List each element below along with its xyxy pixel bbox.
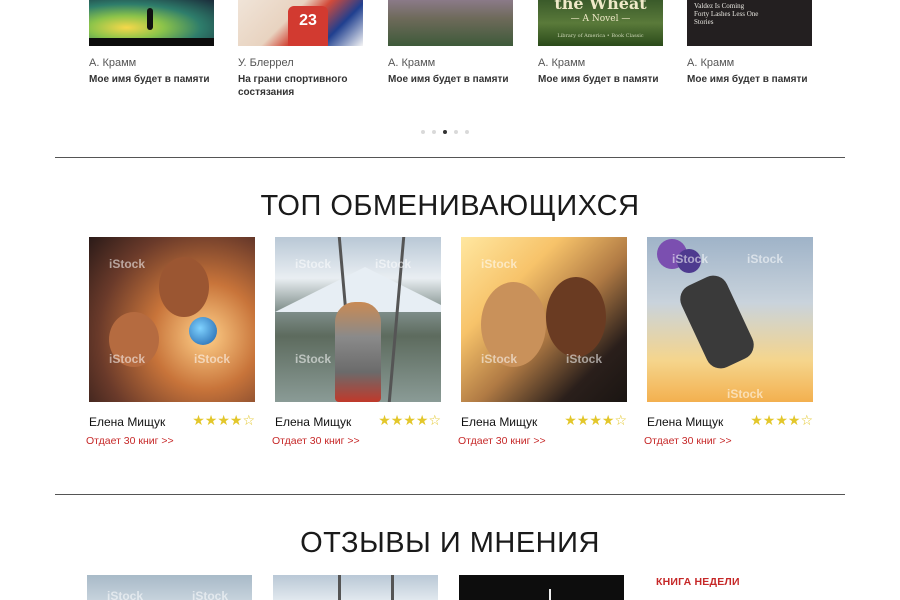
book-card[interactable]: 23 У. Блеррел На грани спортивного состя… — [238, 0, 363, 98]
cover-publisher: Library of America • Book Classic — [557, 33, 644, 39]
book-author: А. Крамм — [89, 57, 137, 69]
rating-stars: ★★★★☆ — [564, 413, 627, 429]
offer-link[interactable]: Отдает 30 книг >> — [272, 435, 360, 447]
watermark: iStock — [194, 352, 231, 366]
trader-name[interactable]: Елена Мищук — [89, 415, 165, 429]
cover-line: Forty Lashes Less One — [694, 10, 759, 18]
watermark: iStock — [375, 257, 412, 271]
book-title[interactable]: На грани спортивного состязания — [238, 73, 363, 99]
book-cover[interactable]: 23 — [238, 0, 363, 46]
trader-card[interactable]: iStock iStock iStock Елена Мищук ★★★★☆ О… — [458, 237, 627, 447]
trader-photo[interactable]: iStock iStock iStock — [275, 237, 441, 402]
watermark: iStock — [109, 257, 146, 271]
book-author: А. Крамм — [388, 57, 436, 69]
section-divider — [55, 157, 845, 158]
review-image[interactable] — [273, 575, 438, 600]
offer-link[interactable]: Отдает 30 книг >> — [644, 435, 732, 447]
book-author: А. Крамм — [538, 57, 586, 69]
rating-stars: ★★★★☆ — [192, 413, 255, 429]
carousel-dot[interactable] — [443, 130, 447, 134]
cover-title: the Wheat — [554, 0, 647, 13]
carousel-dot[interactable] — [465, 130, 469, 134]
carousel-dot[interactable] — [421, 130, 425, 134]
trader-photo[interactable]: iStock iStock iStock — [461, 237, 627, 402]
book-title[interactable]: Мое имя будет в памяти — [687, 73, 812, 86]
trader-card[interactable]: iStock iStock iStock Елена Мищук ★★★★☆ О… — [272, 237, 441, 447]
cover-subtitle: — A Novel — — [570, 14, 631, 24]
trader-name[interactable]: Елена Мищук — [275, 415, 351, 429]
watermark: iStock — [566, 352, 603, 366]
cover-line: Stories — [694, 18, 714, 26]
offer-link[interactable]: Отдает 30 книг >> — [86, 435, 174, 447]
watermark: iStock — [481, 257, 518, 271]
carousel-pagination — [421, 130, 469, 134]
trader-name[interactable]: Елена Мищук — [461, 415, 537, 429]
watermark: iStock — [727, 387, 764, 401]
section-title-top-traders: ТОП ОБМЕНИВАЮЩИХСЯ — [260, 190, 640, 222]
trader-card[interactable]: iStock iStock iStock Елена Мищук ★★★★☆ О… — [86, 237, 255, 447]
book-title[interactable]: Мое имя будет в памяти — [89, 73, 214, 86]
rating-stars: ★★★★☆ — [378, 413, 441, 429]
cover-line: Valdez Is Coming — [694, 2, 745, 10]
book-of-week-label[interactable]: КНИГА НЕДЕЛИ — [656, 576, 740, 588]
book-author: У. Блеррел — [238, 57, 294, 69]
watermark: iStock — [107, 589, 144, 600]
watermark: iStock — [109, 352, 146, 366]
book-cover[interactable]: Valdez Is Coming Forty Lashes Less One S… — [687, 0, 812, 46]
review-image[interactable] — [459, 575, 624, 600]
review-image[interactable]: iStock iStock — [87, 575, 252, 600]
book-card[interactable]: the Wheat — A Novel — Library of America… — [538, 0, 663, 85]
watermark: iStock — [481, 352, 518, 366]
book-card[interactable]: А. Крамм Мое имя будет в памяти — [89, 0, 214, 85]
book-author: А. Крамм — [687, 57, 735, 69]
book-card[interactable]: Valdez Is Coming Forty Lashes Less One S… — [687, 0, 812, 85]
carousel-dot[interactable] — [454, 130, 458, 134]
trader-card[interactable]: iStock iStock iStock Елена Мищук ★★★★☆ О… — [644, 237, 813, 447]
book-cover[interactable]: the Wheat — A Novel — Library of America… — [538, 0, 663, 46]
book-title[interactable]: Мое имя будет в памяти — [388, 73, 513, 86]
section-divider — [55, 494, 845, 495]
book-cover[interactable] — [388, 0, 513, 46]
watermark: iStock — [192, 589, 229, 600]
watermark: iStock — [672, 252, 709, 266]
offer-link[interactable]: Отдает 30 книг >> — [458, 435, 546, 447]
rating-stars: ★★★★☆ — [750, 413, 813, 429]
trader-name[interactable]: Елена Мищук — [647, 415, 723, 429]
trader-photo[interactable]: iStock iStock iStock — [89, 237, 255, 402]
book-cover[interactable] — [89, 0, 214, 46]
section-title-reviews: ОТЗЫВЫ И МНЕНИЯ — [300, 527, 600, 559]
watermark: iStock — [747, 252, 784, 266]
carousel-dot[interactable] — [432, 130, 436, 134]
trader-photo[interactable]: iStock iStock iStock — [647, 237, 813, 402]
watermark: iStock — [295, 257, 332, 271]
book-carousel: А. Крамм Мое имя будет в памяти 23 У. Бл… — [0, 0, 900, 140]
book-card[interactable]: А. Крамм Мое имя будет в памяти — [388, 0, 513, 85]
watermark: iStock — [295, 352, 332, 366]
book-title[interactable]: Мое имя будет в памяти — [538, 73, 663, 86]
